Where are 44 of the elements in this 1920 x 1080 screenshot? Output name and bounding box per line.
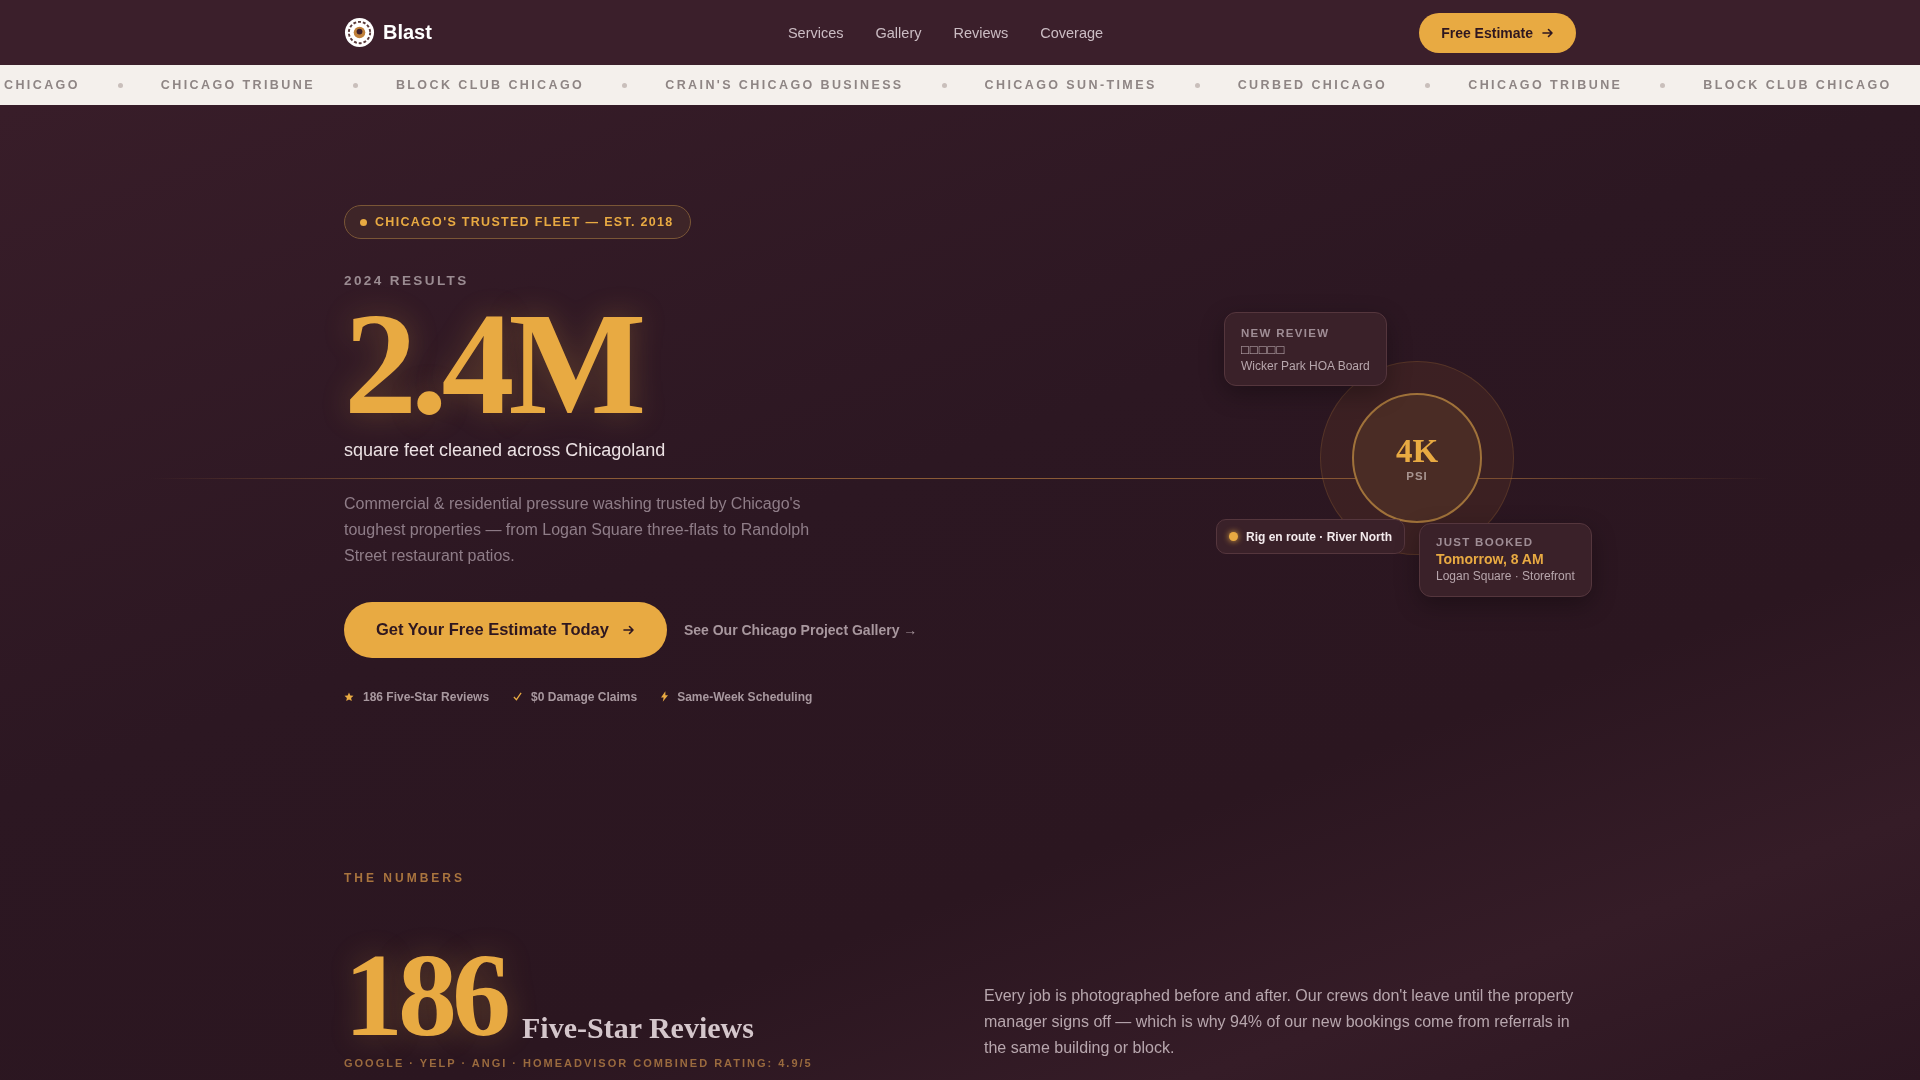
publication-name: CHICAGO SUN-TIMES bbox=[984, 78, 1157, 92]
lightning-icon bbox=[661, 691, 669, 703]
check-icon bbox=[513, 692, 523, 702]
brand-name[interactable]: Blast bbox=[383, 21, 432, 44]
section-eyebrow: THE NUMBERS bbox=[344, 871, 466, 885]
status-pill: Rig en route · River North bbox=[1216, 519, 1405, 554]
proof-point: 186 Five-Star Reviews bbox=[363, 689, 490, 704]
publication-name: CHICAGO bbox=[4, 78, 80, 92]
publication-name: CHICAGO TRIBUNE bbox=[1468, 78, 1623, 92]
nav-link[interactable]: Services bbox=[787, 24, 844, 41]
publication-name: CURBED CHICAGO bbox=[1237, 78, 1388, 92]
hero-stat: 2.4M bbox=[344, 302, 641, 428]
gallery-link[interactable]: See Our Chicago Project Gallery → bbox=[683, 621, 918, 638]
estimate-button[interactable]: Get Your Free Estimate Today bbox=[344, 601, 667, 658]
stat-caption: square feet cleaned across Chicagoland bbox=[344, 439, 666, 461]
booking-time: Tomorrow, 8 AM bbox=[1436, 551, 1545, 567]
proof-point: Same-Week Scheduling bbox=[677, 689, 813, 704]
gauge-value: 4K bbox=[1395, 434, 1439, 468]
hero-description: Commercial & residential pressure washing trusted by Chicago's toughest properties — from Logan Square three-flats to Randolph Street restaurant patios. bbox=[344, 493, 811, 566]
publication-name: BLOCK CLUB CHICAGO bbox=[1703, 78, 1892, 92]
section-eyebrow: 2024 RESULTS bbox=[344, 273, 470, 288]
gauge-unit: PSI bbox=[1406, 469, 1428, 482]
publication-name: BLOCK CLUB CHICAGO bbox=[395, 78, 585, 92]
arrow-icon bbox=[1542, 26, 1554, 39]
trust-badge: CHICAGO'S TRUSTED FLEET — EST. 2018 bbox=[344, 205, 691, 239]
nav-link[interactable]: Reviews bbox=[953, 24, 1009, 41]
nav-link[interactable]: Coverage bbox=[1040, 24, 1104, 41]
review-author: Wicker Park HOA Board bbox=[1241, 359, 1370, 373]
star-icon bbox=[344, 691, 354, 702]
publication-name: CRAIN'S CHICAGO BUSINESS bbox=[665, 78, 904, 92]
stat-label: Five-Star Reviews bbox=[522, 1011, 754, 1046]
proof-point: $0 Damage Claims bbox=[531, 689, 638, 704]
card-title: NEW REVIEW bbox=[1241, 327, 1331, 339]
nav-link[interactable]: Gallery bbox=[875, 24, 922, 41]
review-stars: □□□□□ bbox=[1241, 342, 1287, 357]
booking-location: Logan Square · Storefront bbox=[1436, 569, 1575, 583]
publication-name: CHICAGO TRIBUNE bbox=[160, 78, 315, 92]
card-title: JUST BOOKED bbox=[1436, 536, 1535, 548]
logo-icon[interactable] bbox=[344, 17, 375, 48]
review-count: 186 bbox=[344, 943, 506, 1050]
free-estimate-button[interactable]: Free Estimate bbox=[1419, 12, 1576, 53]
arrow-icon bbox=[622, 623, 635, 636]
numbers-description: Every job is photographed before and after. Our crews don't leave until the property manager signs off — which is why 94% of our new bookings come from referrals in the same building or block. bbox=[984, 986, 1575, 1058]
rating-source: GOOGLE · YELP · ANGI · HOMEADVISOR COMBINED RATING: 4.9/5 bbox=[344, 1057, 813, 1070]
